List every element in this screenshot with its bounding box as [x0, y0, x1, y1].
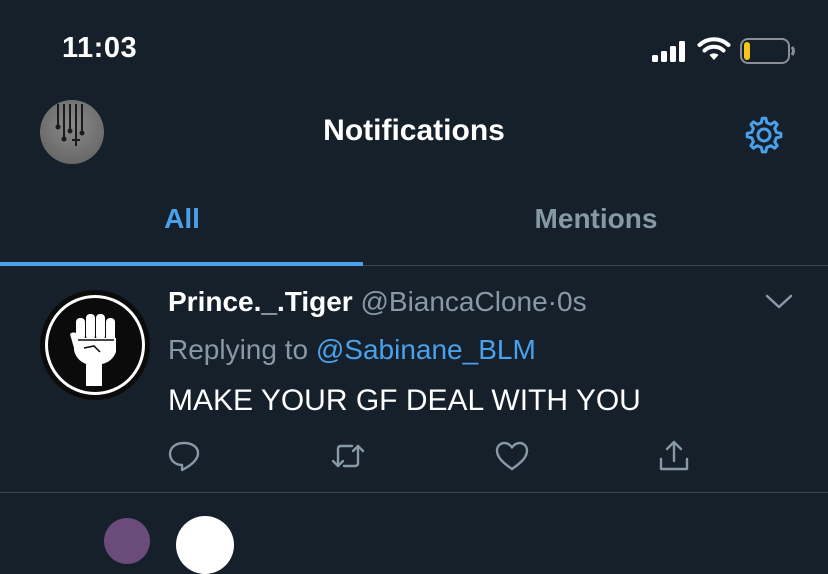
next-tweet-avatar-partial	[104, 518, 150, 564]
tweet-actions	[166, 438, 706, 474]
gear-icon	[745, 116, 783, 154]
retweet-button[interactable]	[330, 438, 366, 474]
chevron-down-icon[interactable]	[764, 292, 794, 312]
next-tweet-author-avatar[interactable]	[176, 516, 234, 574]
tweet-age: 0s	[557, 286, 587, 317]
like-icon	[495, 441, 529, 471]
tab-mentions[interactable]: Mentions	[414, 175, 778, 265]
reply-button[interactable]	[166, 438, 202, 474]
author-handle[interactable]: @BiancaClone	[360, 286, 547, 317]
share-icon	[659, 440, 689, 471]
tab-all[interactable]: All	[0, 175, 364, 265]
notification-tabs: All Mentions	[0, 175, 828, 266]
tweet-body: MAKE YOUR GF DEAL WITH YOU	[168, 384, 641, 417]
raised-fist-icon	[45, 295, 145, 395]
reply-icon	[168, 441, 200, 472]
battery-icon	[740, 38, 795, 64]
status-bar: 11:03	[0, 0, 828, 96]
tweet-item[interactable]: Prince._.Tiger @BiancaClone·0s Replying …	[0, 266, 828, 493]
wifi-icon	[697, 37, 731, 60]
share-button[interactable]	[656, 438, 692, 474]
page-title: Notifications	[323, 114, 505, 147]
top-app-bar: Notifications	[0, 96, 828, 170]
like-button[interactable]	[494, 438, 530, 474]
replying-to-line: Replying to @Sabinane_BLM	[168, 334, 536, 366]
retweet-icon	[331, 444, 365, 468]
separator: ·	[547, 286, 557, 317]
tweet-author-avatar[interactable]	[40, 290, 150, 400]
author-name[interactable]: Prince._.Tiger	[168, 286, 353, 317]
replying-to-handle[interactable]: @Sabinane_BLM	[316, 334, 536, 365]
cellular-signal-icon	[652, 41, 685, 62]
clock: 11:03	[62, 32, 138, 64]
settings-button[interactable]	[742, 113, 786, 157]
tweet-header: Prince._.Tiger @BiancaClone·0s	[168, 286, 587, 318]
replying-prefix: Replying to	[168, 334, 309, 365]
